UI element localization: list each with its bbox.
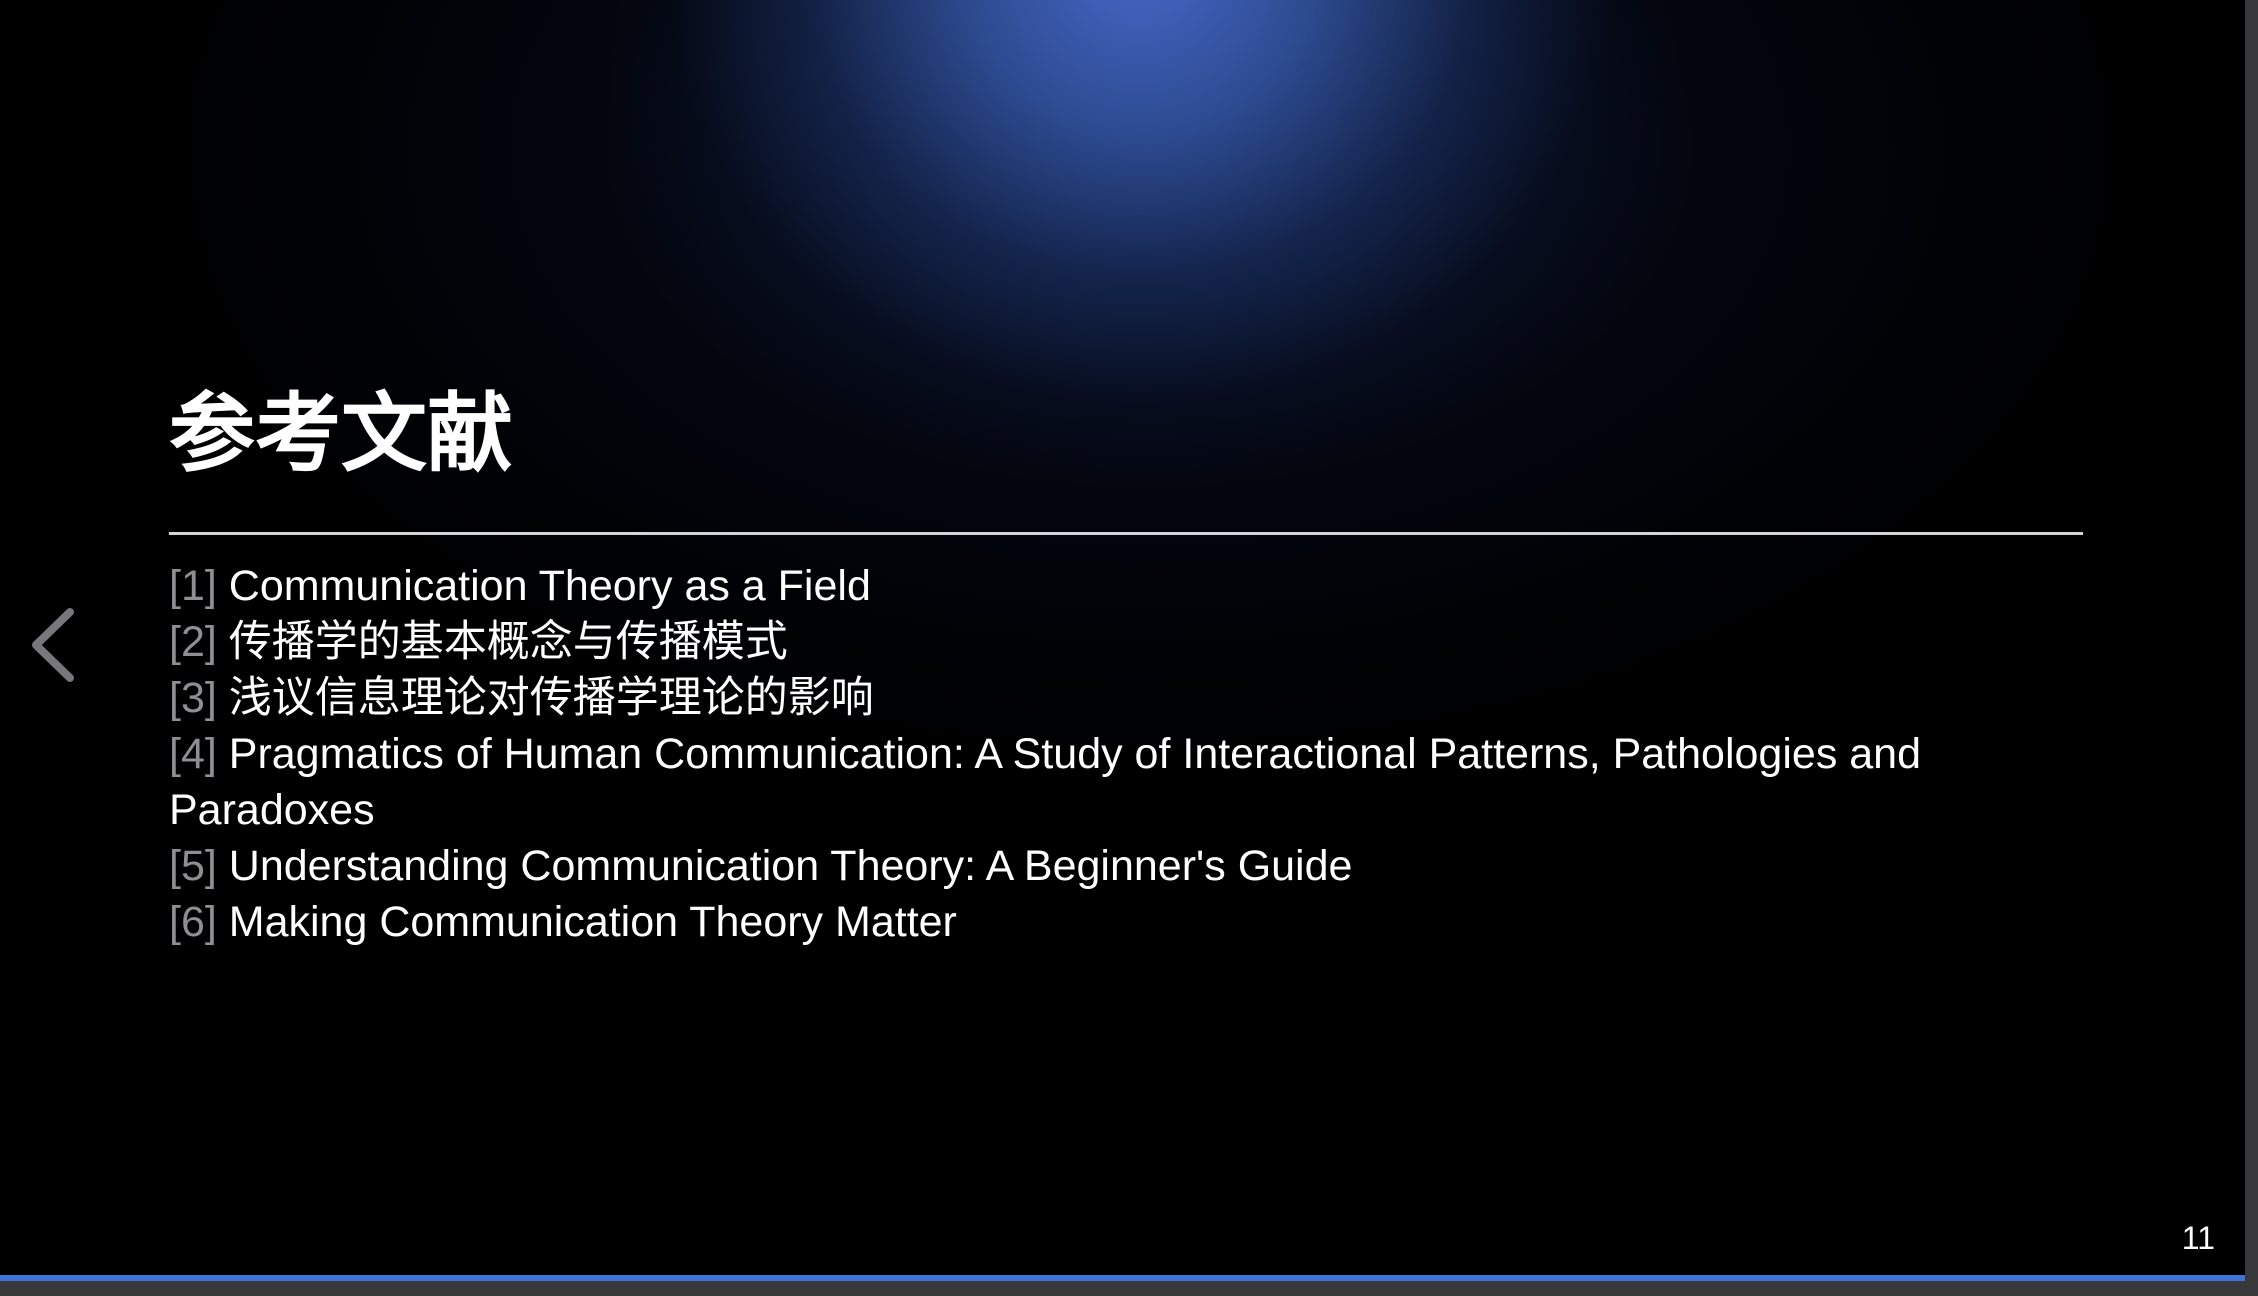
reference-list: [1] Communication Theory as a Field [2] …: [169, 558, 2069, 950]
reference-item-4: [4] Pragmatics of Human Communication: A…: [169, 726, 2069, 838]
title-divider: [169, 532, 2083, 535]
slide-title: 参考文献: [169, 384, 513, 484]
reference-number: [2]: [169, 618, 217, 666]
reference-item-1: [1] Communication Theory as a Field: [169, 558, 2069, 614]
reference-item-2: [2] 传播学的基本概念与传播模式: [169, 614, 2069, 670]
reference-number: [5]: [169, 842, 217, 890]
chevron-left-icon: [32, 608, 74, 682]
previous-slide-button[interactable]: [24, 600, 84, 690]
reference-text: 传播学的基本概念与传播模式: [228, 618, 788, 666]
reference-text: Making Communication Theory Matter: [228, 898, 957, 946]
reference-text: Communication Theory as a Field: [228, 562, 871, 610]
reference-number: [4]: [169, 730, 217, 778]
reference-text: Understanding Communication Theory: A Be…: [228, 842, 1353, 890]
reference-item-5: [5] Understanding Communication Theory: …: [169, 838, 2069, 894]
reference-number: [3]: [169, 674, 217, 722]
reference-number: [1]: [169, 562, 217, 610]
page-number: 11: [2181, 1220, 2215, 1256]
slide: 参考文献 [1] Communication Theory as a Field…: [0, 0, 2245, 1281]
progress-bar: [0, 1275, 2245, 1281]
presentation-viewer: 参考文献 [1] Communication Theory as a Field…: [0, 0, 2258, 1296]
reference-text: Pragmatics of Human Communication: A Stu…: [169, 730, 1922, 834]
reference-number: [6]: [169, 898, 217, 946]
reference-item-6: [6] Making Communication Theory Matter: [169, 894, 2069, 950]
reference-text: 浅议信息理论对传播学理论的影响: [228, 674, 874, 722]
reference-item-3: [3] 浅议信息理论对传播学理论的影响: [169, 670, 2069, 726]
progress-fill: [0, 1275, 2245, 1281]
